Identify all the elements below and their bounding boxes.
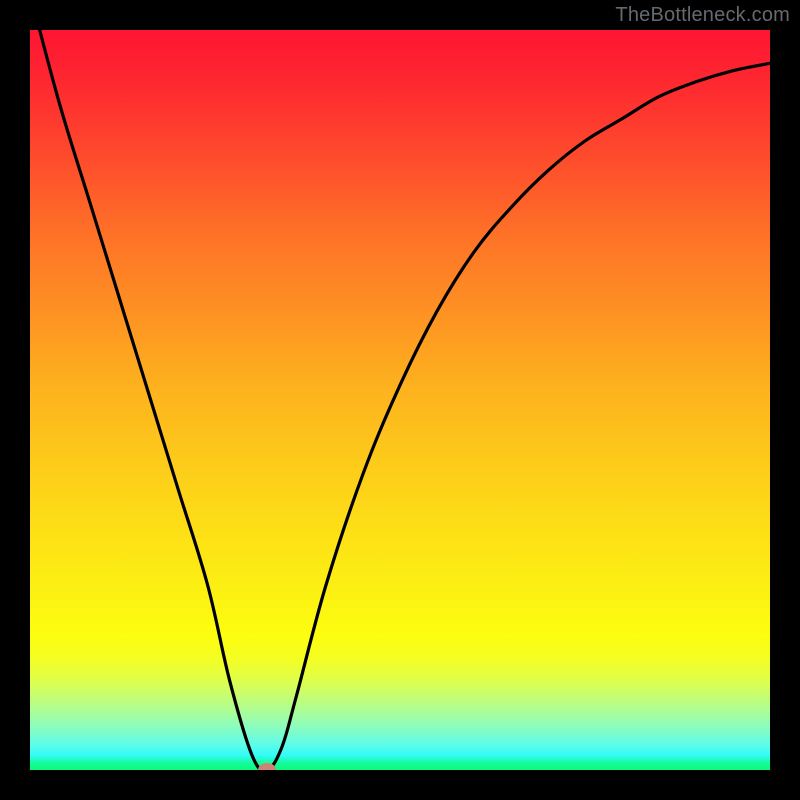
plot-area bbox=[30, 30, 770, 770]
watermark-label: TheBottleneck.com bbox=[615, 4, 790, 27]
chart-container: TheBottleneck.com bbox=[0, 0, 800, 800]
bottleneck-curve bbox=[30, 30, 770, 770]
curve-svg bbox=[30, 30, 770, 770]
optimal-point-marker bbox=[258, 763, 276, 770]
